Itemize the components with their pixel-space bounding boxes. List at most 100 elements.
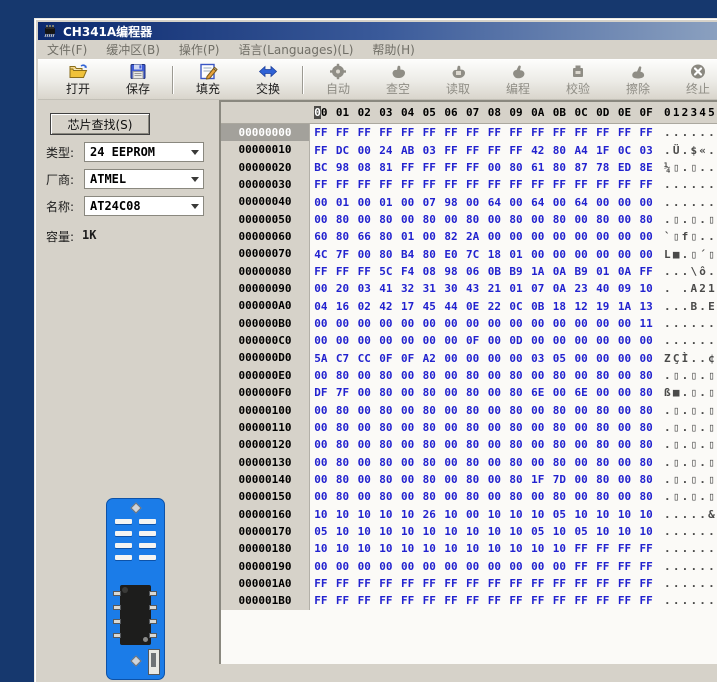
byte-cell[interactable]: FF [592, 577, 614, 590]
chip-field-combobox-0[interactable]: 24 EEPROM [84, 142, 204, 162]
byte-cell[interactable]: 00 [527, 317, 549, 330]
byte-cell[interactable]: 00 [570, 438, 592, 451]
byte-cell[interactable]: 10 [592, 508, 614, 521]
ascii-cell[interactable]: .....&.......... [664, 508, 717, 521]
byte-cell[interactable]: 05 [549, 352, 571, 365]
byte-cell[interactable]: 11 [635, 317, 657, 330]
byte-cell[interactable]: FF [570, 542, 592, 555]
byte-cell[interactable]: FF [397, 594, 419, 607]
byte-cell[interactable]: FF [635, 265, 657, 278]
byte-cell[interactable]: 00 [440, 473, 462, 486]
byte-cell[interactable]: FF [397, 178, 419, 191]
address-cell-00000010[interactable]: 00000010 [221, 141, 310, 158]
byte-cell[interactable]: FF [484, 144, 506, 157]
byte-cell[interactable]: FF [527, 126, 549, 139]
byte-cell[interactable]: 10 [462, 542, 484, 555]
address-cell-00000100[interactable]: 00000100 [221, 402, 310, 419]
byte-cell[interactable]: FF [592, 126, 614, 139]
byte-cell[interactable]: 00 [484, 404, 506, 417]
byte-cell[interactable]: FF [484, 178, 506, 191]
byte-cell[interactable]: 45 [418, 300, 440, 313]
byte-cell[interactable]: 00 [635, 248, 657, 261]
byte-cell[interactable]: 80 [592, 490, 614, 503]
byte-cell[interactable]: 00 [484, 438, 506, 451]
address-cell-00000020[interactable]: 00000020 [221, 159, 310, 176]
byte-cell[interactable]: 80 [418, 490, 440, 503]
fill-document-button[interactable]: 填充 [180, 62, 236, 98]
byte-cell[interactable]: 00 [332, 560, 354, 573]
byte-cell[interactable]: 80 [375, 456, 397, 469]
byte-cell[interactable]: 24 [375, 144, 397, 157]
ascii-cell[interactable]: ................ [664, 542, 717, 555]
byte-cell[interactable]: 80 [418, 438, 440, 451]
byte-cell[interactable]: 02 [353, 300, 375, 313]
byte-cell[interactable]: 00 [440, 490, 462, 503]
byte-cell[interactable]: 80 [332, 438, 354, 451]
byte-cell[interactable]: B4 [397, 248, 419, 261]
byte-cell[interactable]: FF [375, 178, 397, 191]
byte-cell[interactable]: 80 [635, 369, 657, 382]
byte-cell[interactable]: FF [549, 594, 571, 607]
address-cell-00000060[interactable]: 00000060 [221, 228, 310, 245]
byte-cell[interactable]: 05 [310, 525, 332, 538]
byte-cell[interactable]: 22 [484, 300, 506, 313]
byte-cell[interactable]: 05 [549, 508, 571, 521]
byte-cell[interactable]: 00 [484, 490, 506, 503]
byte-cell[interactable]: 80 [635, 490, 657, 503]
byte-cell[interactable]: 01 [505, 282, 527, 295]
byte-cell[interactable]: 00 [397, 560, 419, 573]
byte-cell[interactable]: 80 [549, 369, 571, 382]
byte-cell[interactable]: 16 [332, 300, 354, 313]
byte-cell[interactable]: 00 [570, 490, 592, 503]
byte-cell[interactable]: 00 [505, 352, 527, 365]
byte-cell[interactable]: 00 [310, 196, 332, 209]
byte-cell[interactable]: 0A [549, 282, 571, 295]
address-cell-00000140[interactable]: 00000140 [221, 471, 310, 488]
byte-cell[interactable]: FF [418, 577, 440, 590]
byte-cell[interactable]: 1A [614, 300, 636, 313]
byte-cell[interactable]: 00 [549, 386, 571, 399]
byte-cell[interactable]: 00 [592, 334, 614, 347]
byte-cell[interactable]: 00 [353, 144, 375, 157]
byte-cell[interactable]: 00 [462, 352, 484, 365]
menu-item-3[interactable]: 语言(Languages)(L) [239, 41, 354, 58]
byte-cell[interactable]: 80 [462, 438, 484, 451]
byte-cell[interactable]: 80 [549, 421, 571, 434]
byte-cell[interactable]: 10 [440, 508, 462, 521]
byte-cell[interactable]: 0E [462, 300, 484, 313]
byte-cell[interactable]: FF [353, 577, 375, 590]
byte-cell[interactable]: 00 [353, 404, 375, 417]
byte-cell[interactable]: FF [614, 542, 636, 555]
byte-cell[interactable]: 42 [375, 300, 397, 313]
byte-cell[interactable]: 00 [549, 317, 571, 330]
byte-cell[interactable]: 80 [375, 369, 397, 382]
byte-cell[interactable]: 10 [592, 525, 614, 538]
byte-cell[interactable]: 10 [418, 525, 440, 538]
byte-cell[interactable]: FF [418, 178, 440, 191]
byte-cell[interactable]: BC [310, 161, 332, 174]
byte-cell[interactable]: 80 [332, 404, 354, 417]
byte-cell[interactable]: ED [614, 161, 636, 174]
byte-cell[interactable]: 00 [505, 317, 527, 330]
byte-cell[interactable]: 00 [527, 490, 549, 503]
byte-cell[interactable]: 00 [310, 404, 332, 417]
byte-cell[interactable]: 80 [505, 213, 527, 226]
menu-item-1[interactable]: 缓冲区(B) [106, 41, 160, 58]
byte-cell[interactable]: FF [527, 178, 549, 191]
byte-cell[interactable]: 00 [614, 334, 636, 347]
byte-cell[interactable]: FF [505, 144, 527, 157]
byte-cell[interactable]: 00 [397, 421, 419, 434]
address-cell-00000030[interactable]: 00000030 [221, 176, 310, 193]
byte-cell[interactable]: 00 [527, 560, 549, 573]
chevron-down-icon[interactable] [191, 150, 199, 155]
byte-cell[interactable]: 80 [375, 404, 397, 417]
byte-cell[interactable]: 10 [505, 525, 527, 538]
byte-cell[interactable]: 6E [527, 386, 549, 399]
byte-cell[interactable]: DC [332, 144, 354, 157]
chip-find-button[interactable]: 芯片查找(S) [50, 113, 150, 135]
byte-cell[interactable]: FF [332, 178, 354, 191]
byte-cell[interactable]: 80 [332, 473, 354, 486]
byte-cell[interactable]: 00 [614, 404, 636, 417]
byte-cell[interactable]: 00 [527, 404, 549, 417]
byte-cell[interactable]: 00 [484, 369, 506, 382]
